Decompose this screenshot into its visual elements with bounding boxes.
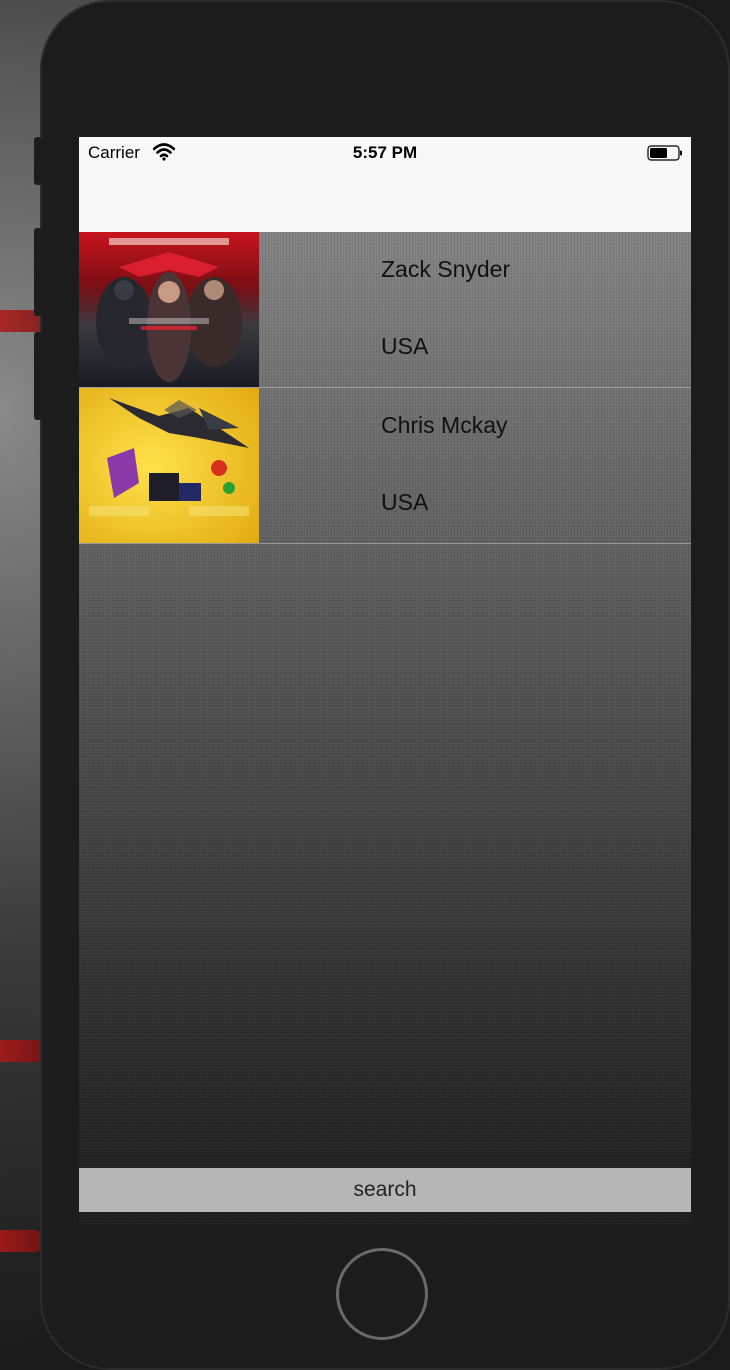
country-label: USA	[381, 489, 429, 515]
status-bar: Carrier 5:57 PM	[79, 137, 691, 169]
list-item[interactable]: Zack Snyder USA	[79, 232, 691, 388]
app-screen: Carrier 5:57 PM Zack Snyder USA Chris Mc…	[79, 137, 691, 1224]
status-time: 5:57 PM	[352, 143, 418, 162]
director-name: Chris Mckay	[381, 412, 508, 438]
movie-poster-image	[79, 388, 259, 543]
battery-icon	[647, 145, 682, 161]
movie-poster-image	[79, 232, 259, 387]
volume-down-button	[34, 332, 42, 420]
navigation-bar	[79, 169, 691, 232]
background-streak	[0, 1230, 45, 1252]
mute-switch	[34, 137, 42, 185]
country-label: USA	[381, 333, 429, 359]
search-button[interactable]: search	[79, 1168, 691, 1212]
volume-up-button	[34, 228, 42, 316]
home-button[interactable]	[336, 1248, 428, 1340]
list-item[interactable]: Chris Mckay USA	[79, 388, 691, 544]
director-name: Zack Snyder	[381, 256, 511, 282]
movie-list: Zack Snyder USA Chris Mckay USA	[79, 232, 691, 544]
